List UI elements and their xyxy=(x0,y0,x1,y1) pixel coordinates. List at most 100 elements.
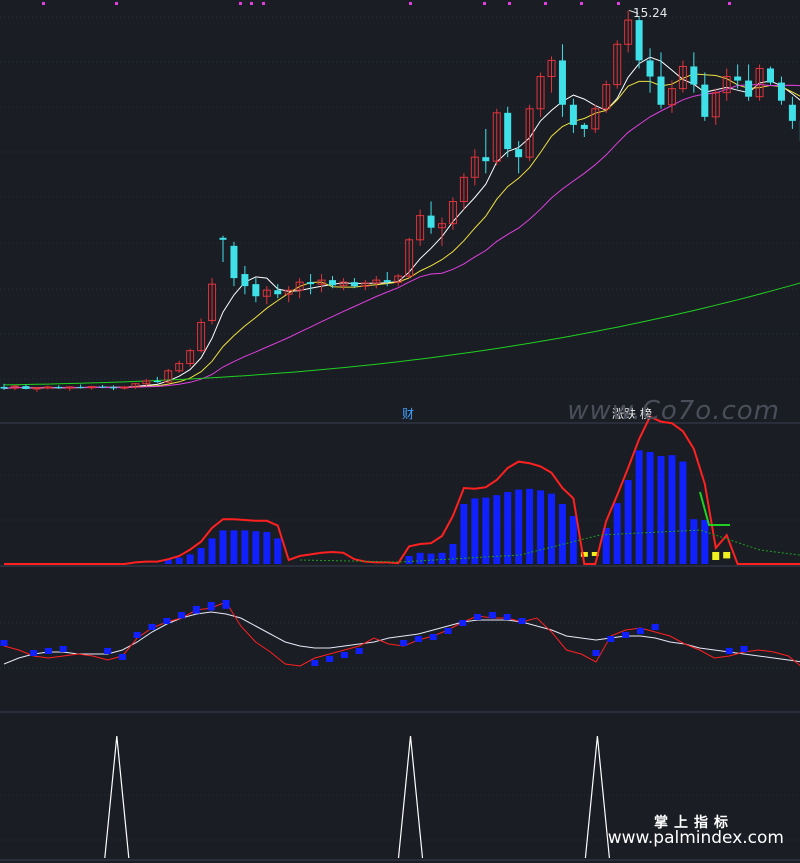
top-marker xyxy=(483,2,486,5)
histogram-bar xyxy=(548,493,555,564)
histogram-bar xyxy=(504,492,512,564)
histogram-bar xyxy=(197,548,205,564)
oscillator-bar xyxy=(651,624,659,630)
price-high-label: 15.24 xyxy=(633,6,667,20)
histogram-bar xyxy=(230,530,238,564)
chart-background xyxy=(0,0,800,863)
histogram-bar xyxy=(274,538,282,564)
histogram-bar xyxy=(482,497,490,564)
histogram-bar xyxy=(679,461,687,564)
top-marker xyxy=(42,2,45,5)
oscillator-bar xyxy=(178,612,186,619)
candle-body xyxy=(383,280,391,283)
top-marker xyxy=(262,2,265,5)
top-marker xyxy=(250,2,253,5)
candle-body xyxy=(701,84,709,117)
histogram-bar xyxy=(460,504,468,564)
top-marker xyxy=(544,2,547,5)
candle-body xyxy=(230,245,238,279)
candle-body xyxy=(427,215,435,228)
histogram-bar xyxy=(471,498,479,564)
histogram-bar xyxy=(613,503,621,564)
histogram-bar xyxy=(219,530,227,564)
candle-body xyxy=(515,149,523,158)
top-marker xyxy=(728,2,731,5)
oscillator-bar xyxy=(44,648,52,654)
histogram-bar xyxy=(208,538,216,564)
candle-body xyxy=(580,124,588,129)
candle-body xyxy=(329,280,336,286)
top-marker xyxy=(508,2,511,5)
oscillator-bar xyxy=(503,614,511,620)
candle-body xyxy=(0,386,8,389)
histogram-bar xyxy=(427,553,435,564)
histogram-bar xyxy=(657,456,665,564)
oscillator-bar xyxy=(400,640,408,646)
oscillator-bar xyxy=(636,628,644,634)
oscillator-bar xyxy=(59,646,67,652)
oscillator-bar xyxy=(133,632,141,638)
candle-body xyxy=(43,386,52,389)
candle-body xyxy=(504,112,512,150)
histogram-bar xyxy=(416,552,424,564)
oscillator-bar xyxy=(118,654,126,660)
oscillator-bar xyxy=(30,650,38,656)
oscillator-bar xyxy=(0,640,8,646)
candle-body xyxy=(482,157,490,162)
histogram-bar xyxy=(241,530,249,564)
candle-body xyxy=(307,282,315,285)
oscillator-bar xyxy=(326,656,334,662)
histogram-bar xyxy=(624,480,632,564)
oscillator-bar xyxy=(740,646,748,652)
oscillator-bar xyxy=(311,660,319,666)
candle-body xyxy=(274,290,282,295)
candle-body xyxy=(22,386,30,389)
histogram-bar xyxy=(537,490,545,564)
histogram-bar xyxy=(712,552,720,560)
candle-body xyxy=(788,104,796,121)
candle-body xyxy=(777,82,785,101)
oscillator-bar xyxy=(207,602,215,611)
watermark-top: www.Co7o.com xyxy=(567,396,780,426)
histogram-bar xyxy=(186,554,194,564)
top-marker xyxy=(239,2,242,5)
oscillator-bar xyxy=(355,648,363,654)
histogram-bar xyxy=(668,455,676,564)
histogram-bar xyxy=(558,504,566,564)
histogram-bar xyxy=(526,488,534,564)
oscillator-bar xyxy=(592,650,600,656)
top-marker xyxy=(409,2,412,5)
histogram-bar xyxy=(646,452,654,564)
candle-body xyxy=(734,76,742,81)
candle-body xyxy=(219,237,227,240)
oscillator-bar xyxy=(104,648,112,654)
watermark-url: www.palmindex.com xyxy=(607,828,784,848)
candle-body xyxy=(241,274,249,287)
candle-body xyxy=(657,76,665,105)
oscillator-bar xyxy=(444,628,452,634)
candle-body xyxy=(767,68,774,83)
oscillator-bar xyxy=(459,620,467,626)
oscillator-bar xyxy=(222,600,230,609)
histogram-bar xyxy=(252,531,260,564)
candle-body xyxy=(77,386,85,388)
candle-body xyxy=(558,60,566,105)
histogram-bar xyxy=(449,544,457,564)
top-marker xyxy=(617,2,620,5)
candle-body xyxy=(252,284,260,297)
candle-body xyxy=(745,80,753,97)
histogram-bar xyxy=(515,489,523,564)
candle-body xyxy=(110,387,117,389)
candle-body xyxy=(646,60,654,77)
histogram-bar xyxy=(438,552,446,564)
oscillator-bar xyxy=(148,624,156,630)
top-marker xyxy=(580,2,583,5)
oscillator-bar xyxy=(488,612,496,619)
histogram-bar xyxy=(405,556,413,564)
candle-body xyxy=(690,66,698,85)
candle-body xyxy=(99,386,107,388)
histogram-bar xyxy=(635,450,643,564)
chart-canvas: 15.24 财 涨跌 榜 xyxy=(0,0,800,863)
candle-body xyxy=(635,20,643,61)
candle-body xyxy=(153,380,161,383)
